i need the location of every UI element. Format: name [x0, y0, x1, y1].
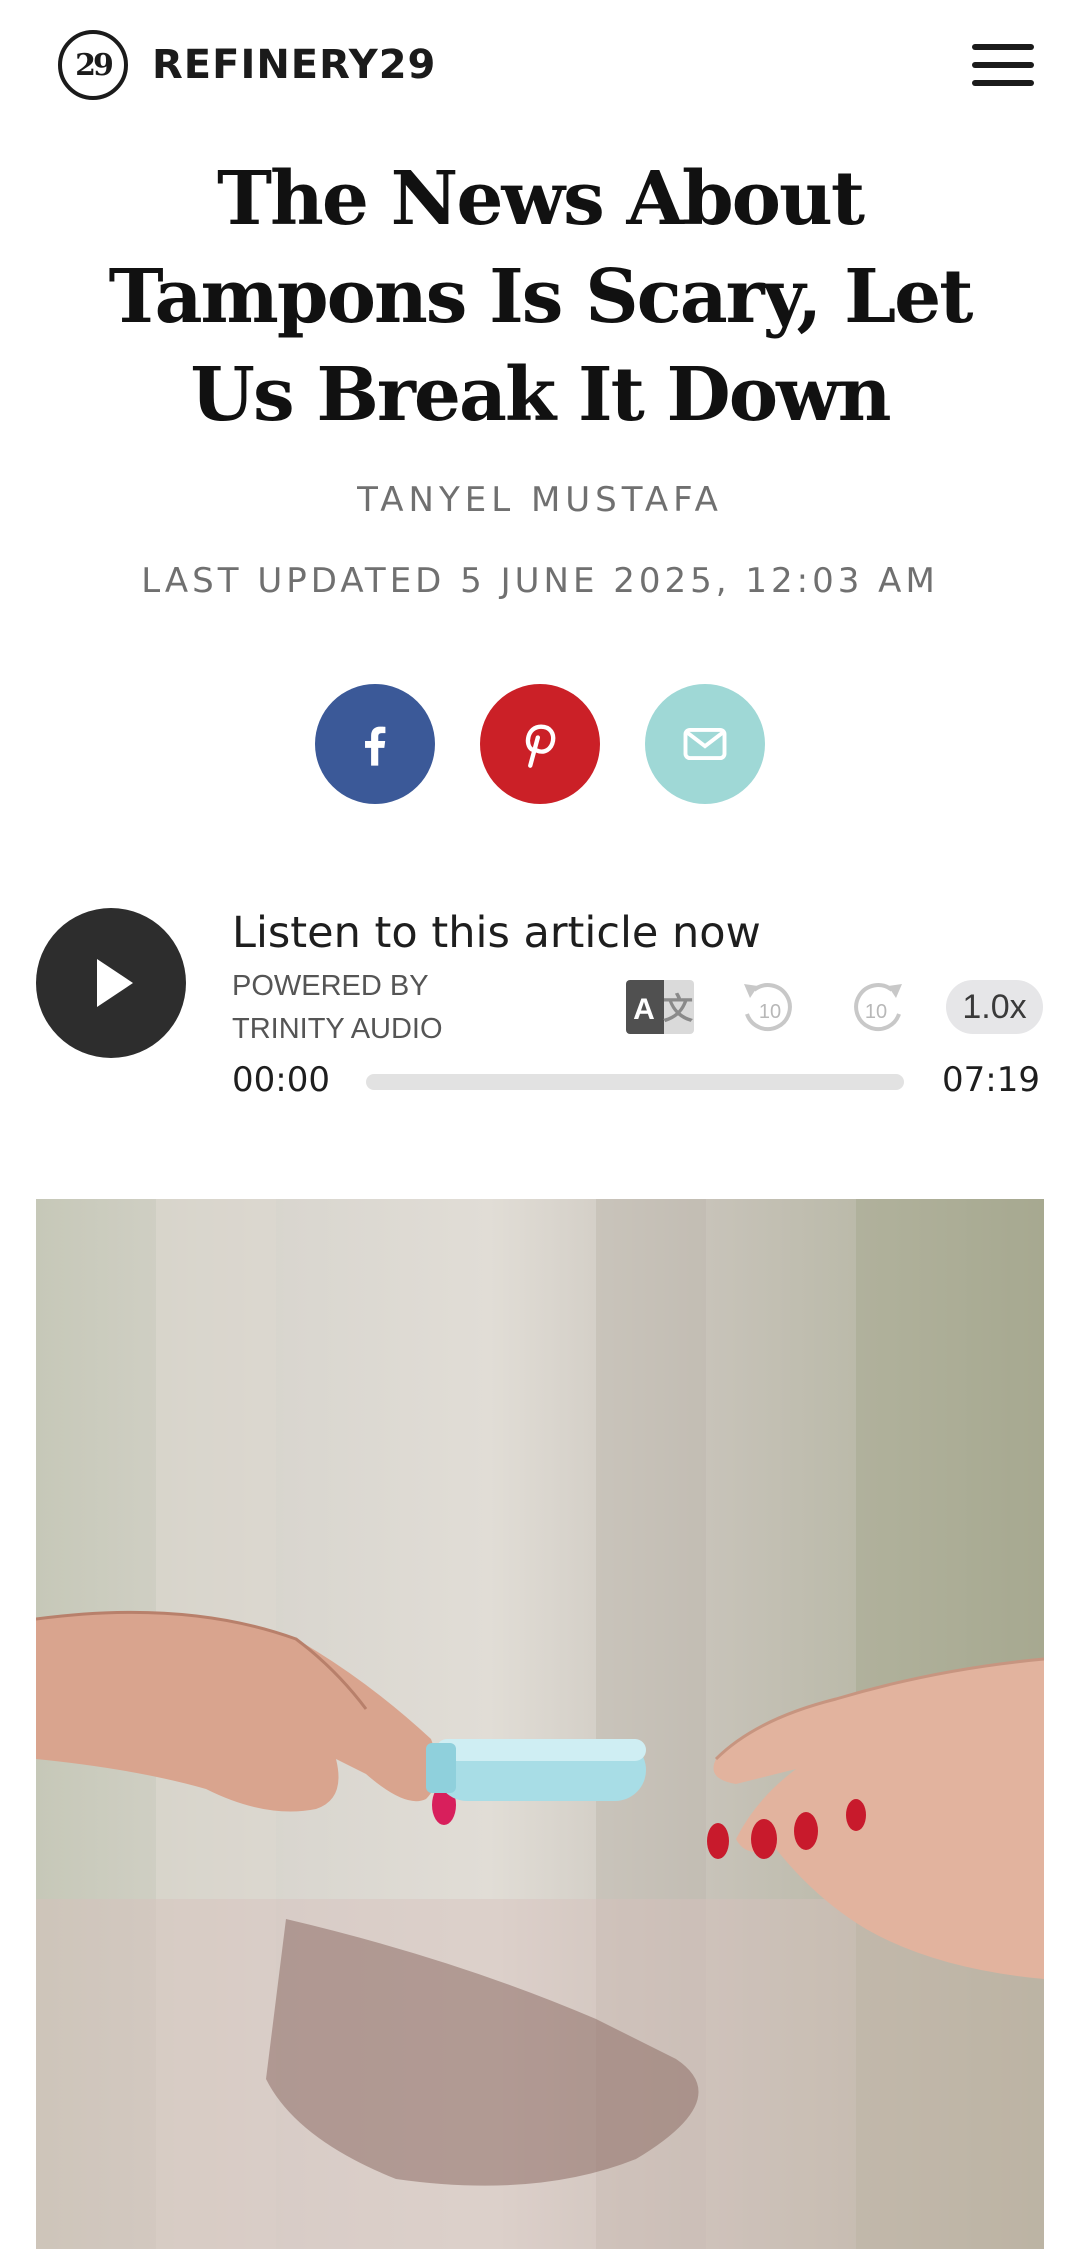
site-logo[interactable]: 29 REFINERY29 [58, 30, 436, 100]
svg-text:10: 10 [865, 1001, 887, 1023]
svg-text:文: 文 [663, 992, 693, 1026]
svg-text:10: 10 [759, 1001, 781, 1023]
forward-10-button[interactable]: 10 [848, 978, 908, 1043]
playback-speed-button[interactable]: 1.0x [946, 980, 1043, 1034]
facebook-share-button[interactable] [315, 684, 435, 804]
email-share-button[interactable] [645, 684, 765, 804]
powered-by-brand: TRINITY AUDIO [232, 1013, 443, 1045]
hamburger-menu-icon[interactable] [972, 40, 1036, 90]
hero-photo [36, 1199, 1044, 2249]
rewind-10-button[interactable]: 10 [738, 978, 798, 1043]
article-author[interactable]: TANYEL MUSTAFA [0, 480, 1080, 520]
facebook-icon [365, 726, 386, 766]
powered-by-label[interactable]: POWERED BY TRINITY AUDIO [232, 965, 492, 1051]
pinterest-share-button[interactable] [480, 684, 600, 804]
audio-player: Listen to this article now POWERED BY TR… [0, 908, 1080, 1108]
duration: 07:19 [942, 1060, 1040, 1100]
article-page: 29 REFINERY29 The News About Tampons Is … [0, 0, 1080, 2249]
menu-line [972, 62, 1034, 68]
share-buttons [315, 684, 765, 804]
rewind-icon: 10 [744, 983, 792, 1032]
logo-text: REFINERY29 [152, 42, 437, 88]
menu-line [972, 44, 1034, 50]
play-button[interactable] [36, 908, 186, 1058]
logo-mark-icon: 29 [58, 30, 128, 100]
menu-line [972, 80, 1034, 86]
hero-image [36, 1199, 1044, 2249]
current-time: 00:00 [232, 1060, 330, 1100]
audio-title: Listen to this article now [232, 908, 761, 958]
play-icon [97, 959, 133, 1007]
site-header: 29 REFINERY29 [0, 0, 1080, 132]
mail-icon [683, 727, 727, 761]
article-title: The News About Tampons Is Scary, Let Us … [108, 156, 974, 438]
translate-icon: A 文 [626, 980, 694, 1034]
translate-button[interactable]: A 文 [626, 980, 694, 1039]
pinterest-icon [525, 724, 556, 768]
forward-icon: 10 [854, 983, 902, 1032]
article-updated-date: LAST UPDATED 5 JUNE 2025, 12:03 AM [141, 561, 939, 601]
svg-text:A: A [633, 993, 655, 1026]
powered-by-line: POWERED BY [232, 970, 429, 1002]
progress-bar[interactable] [366, 1074, 904, 1090]
